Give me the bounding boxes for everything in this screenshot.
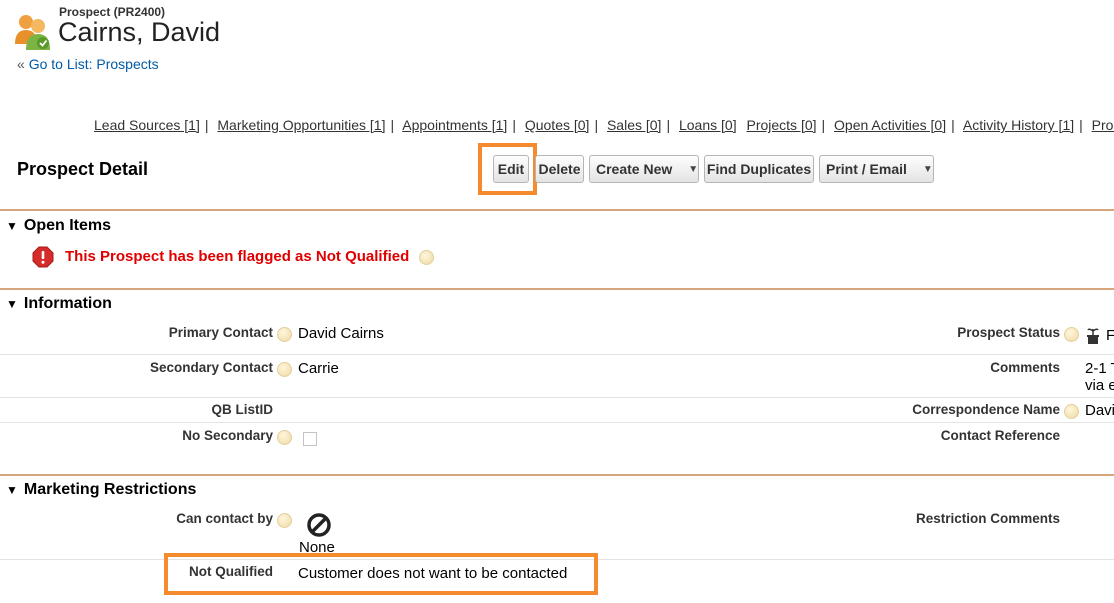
comments-value-line1: 2-1 T [1085, 360, 1114, 377]
section-open-items[interactable]: ▼ Open Items [6, 217, 111, 235]
rel-link-open-activities[interactable]: Open Activities [0] [834, 117, 946, 133]
separator: | [512, 117, 516, 133]
row-divider [0, 354, 1114, 355]
rel-link-sales[interactable]: Sales [0] [607, 117, 661, 133]
prospect-object-icon [12, 12, 52, 52]
separator: | [666, 117, 671, 133]
help-icon[interactable] [277, 513, 292, 528]
go-to-list-link[interactable]: Go to List: Prospects [29, 56, 159, 72]
section-marketing-restrictions-title: Marketing Restrictions [23, 481, 197, 498]
section-divider [0, 474, 1114, 476]
help-icon[interactable] [1064, 404, 1079, 419]
help-icon[interactable] [277, 430, 292, 445]
primary-contact-label: Primary Contact [168, 325, 273, 340]
rel-link-activity-history[interactable]: Activity History [1] [963, 117, 1074, 133]
row-divider [0, 422, 1114, 423]
help-icon[interactable] [277, 362, 292, 377]
error-icon [32, 246, 54, 268]
separator: | [594, 117, 599, 133]
can-contact-by-label: Can contact by [176, 511, 273, 526]
qb-listid-label: QB ListID [211, 402, 273, 417]
back-prefix: « [17, 56, 25, 72]
separator: | [951, 117, 955, 133]
print-email-label: Print / Email [826, 161, 907, 177]
find-duplicates-button[interactable]: Find Duplicates [704, 155, 814, 183]
comments-label: Comments [990, 360, 1060, 375]
separator: | [204, 117, 209, 133]
section-divider [0, 209, 1114, 211]
create-new-label: Create New [596, 161, 673, 177]
no-secondary-checkbox[interactable] [303, 432, 317, 446]
section-information-title: Information [23, 295, 112, 312]
no-secondary-label: No Secondary [182, 428, 273, 443]
dropdown-caret-icon: ▼ [922, 163, 933, 175]
section-information[interactable]: ▼ Information [6, 295, 112, 313]
prospect-status-label: Prospect Status [957, 325, 1060, 340]
dropdown-caret-icon: ▼ [688, 163, 699, 175]
separator: | [1079, 117, 1083, 133]
restriction-comments-label: Restriction Comments [915, 511, 1060, 526]
secondary-contact-label: Secondary Contact [149, 360, 273, 375]
rel-link-projects[interactable]: Projects [0] [746, 117, 816, 133]
help-icon[interactable] [419, 250, 434, 265]
help-icon[interactable] [1064, 327, 1079, 342]
correspondence-name-label: Correspondence Name [912, 402, 1060, 417]
collapse-triangle-icon: ▼ [6, 219, 18, 233]
edit-button[interactable]: Edit [493, 155, 529, 183]
section-open-items-title: Open Items [23, 217, 112, 234]
can-contact-by-value: None [299, 539, 335, 556]
secondary-contact-value[interactable]: Carrie [298, 360, 339, 377]
comments-value-line2: via e [1085, 377, 1114, 394]
prospect-status-icon [1085, 326, 1101, 351]
delete-button[interactable]: Delete [535, 155, 584, 183]
related-list-links: Lead Sources [1] | Marketing Opportunitie… [94, 117, 1114, 133]
section-marketing-restrictions[interactable]: ▼ Marketing Restrictions [6, 481, 196, 499]
not-qualified-value: Customer does not want to be contacted [298, 565, 568, 582]
rel-link-lead-sources[interactable]: Lead Sources [1] [94, 117, 200, 133]
record-name: Cairns, David [58, 17, 221, 47]
back-to-list: « Go to List: Prospects [17, 56, 159, 72]
primary-contact-value[interactable]: David Cairns [298, 325, 384, 342]
rel-link-quotes[interactable]: Quotes [0] [525, 117, 590, 133]
contact-reference-label: Contact Reference [940, 428, 1060, 443]
prospect-detail-title: Prospect Detail [17, 159, 149, 179]
separator: | [390, 117, 395, 133]
not-qualified-flag-message: This Prospect has been flagged as Not Qu… [65, 248, 410, 265]
print-email-button[interactable]: Print / Email ▼ [819, 155, 934, 183]
not-qualified-label: Not Qualified [189, 564, 273, 579]
help-icon[interactable] [277, 327, 292, 342]
correspondence-name-value: Davi [1085, 402, 1114, 419]
rel-link-marketing-opportunities[interactable]: Marketing Opportunities [1] [217, 117, 385, 133]
section-divider [0, 288, 1114, 290]
separator: | [821, 117, 826, 133]
rel-link-loans[interactable]: Loans [0] [679, 117, 737, 133]
rel-link-prosp[interactable]: Prosp [1092, 117, 1114, 133]
row-divider [0, 397, 1114, 398]
create-new-button[interactable]: Create New ▼ [589, 155, 699, 183]
rel-link-appointments[interactable]: Appointments [1] [402, 117, 507, 133]
collapse-triangle-icon: ▼ [6, 483, 18, 497]
collapse-triangle-icon: ▼ [6, 297, 18, 311]
prospect-status-value: F [1106, 327, 1114, 344]
row-divider [0, 559, 1114, 560]
